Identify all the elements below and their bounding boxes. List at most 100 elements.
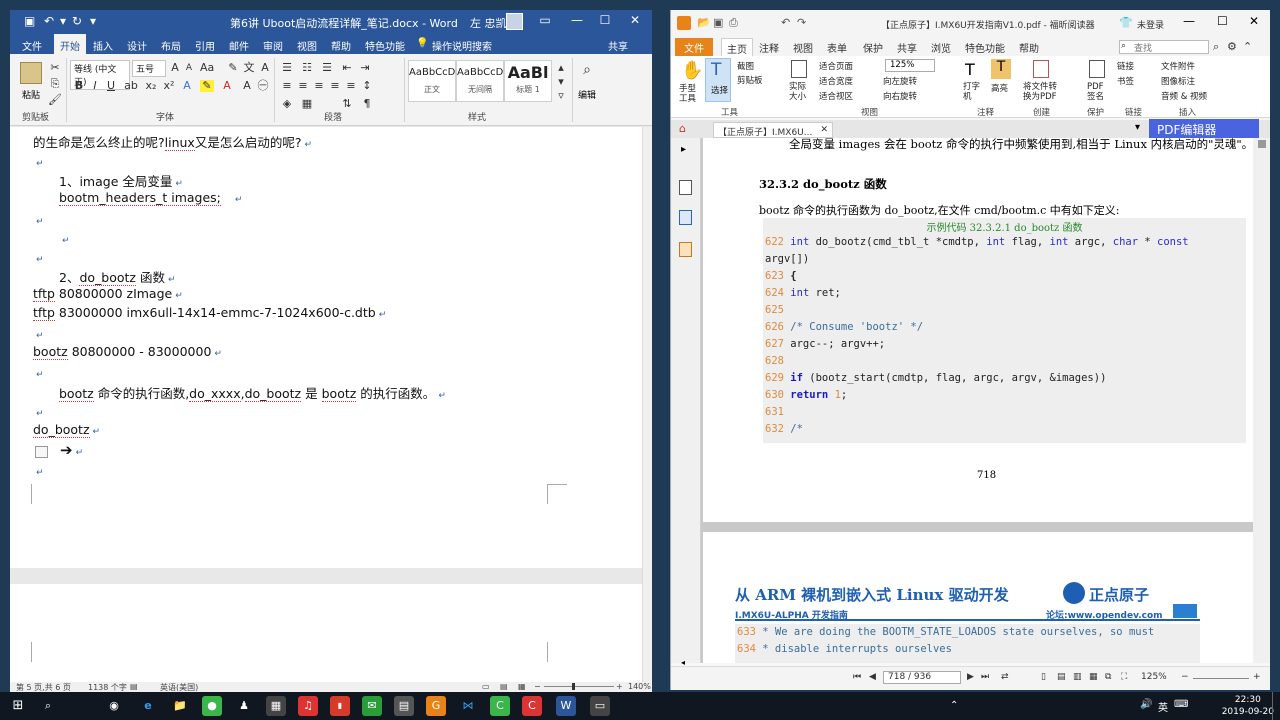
zoom-slider-thumb[interactable] xyxy=(572,683,575,690)
embedded-image-icon[interactable] xyxy=(35,445,48,458)
web-layout-icon[interactable]: ▦ xyxy=(518,682,526,691)
tab-references[interactable]: 引用 xyxy=(195,38,215,53)
tab-view[interactable]: 视图 xyxy=(297,38,317,53)
qat-save-icon[interactable]: ▣ xyxy=(713,16,723,29)
maximize-icon[interactable]: ☐ xyxy=(594,13,616,27)
app-c-red-icon[interactable]: C xyxy=(522,696,542,716)
fit-view-button[interactable]: 适合视区 xyxy=(819,90,853,102)
first-page-icon[interactable]: ⏮ xyxy=(853,672,861,682)
close-icon[interactable]: ✕ xyxy=(1249,14,1259,28)
justify-icon[interactable]: ≡ xyxy=(328,80,342,92)
language[interactable]: 英语(美国) xyxy=(160,682,198,692)
clipboard-button[interactable]: 剪贴板 xyxy=(737,74,763,86)
typewriter-button[interactable]: 打字机 xyxy=(963,82,983,102)
decrease-indent-icon[interactable]: ⇤ xyxy=(340,62,354,74)
tab-help[interactable]: 帮助 xyxy=(1019,40,1039,55)
align-left-icon[interactable]: ≡ xyxy=(280,80,294,92)
foxit-taskbar-icon[interactable]: G xyxy=(426,696,446,716)
align-center-icon[interactable]: ≡ xyxy=(296,80,310,92)
pdf-viewer[interactable]: 全局变量 images 会在 bootz 命令的执行中频繁使用到,相当于 Lin… xyxy=(701,138,1253,663)
reflow-icon[interactable]: ⧉ xyxy=(1105,672,1111,682)
page-count[interactable]: 第 5 页,共 6 页 xyxy=(16,682,71,692)
login-status[interactable]: 未登录 xyxy=(1137,18,1164,31)
search-input[interactable]: 查找 xyxy=(1119,40,1209,54)
tab-comment[interactable]: 注释 xyxy=(759,40,779,55)
facing-icon[interactable]: ▥ xyxy=(1073,672,1082,682)
copy-icon[interactable]: ⎘ xyxy=(48,78,62,90)
fit-page-button[interactable]: 适合页面 xyxy=(819,60,853,72)
rotate-right-button[interactable]: 向右旋转 xyxy=(883,90,917,102)
show-marks-icon[interactable]: ¶ xyxy=(360,98,374,110)
styles-down-icon[interactable]: ▾ xyxy=(554,76,568,88)
read-mode-icon[interactable]: ▭ xyxy=(482,682,490,691)
paste-button[interactable]: 粘贴 xyxy=(22,88,40,101)
tab-home[interactable]: 主页 xyxy=(721,38,753,56)
pinyin-icon[interactable]: 文 xyxy=(242,62,256,74)
tab-review[interactable]: 审阅 xyxy=(263,38,283,53)
to-pdf-icon[interactable] xyxy=(1033,60,1049,78)
find-icon[interactable]: ⌕ xyxy=(580,63,594,77)
zoom-slider[interactable] xyxy=(544,686,614,687)
qat-print-icon[interactable]: ⎙ xyxy=(729,16,738,30)
font-size-select[interactable]: 五号 xyxy=(132,60,166,77)
screenshot-button[interactable]: 截图 xyxy=(737,60,754,72)
single-page-icon[interactable]: ▯ xyxy=(1041,672,1046,682)
last-page-icon[interactable]: ⏭ xyxy=(981,672,989,682)
tab-share[interactable]: 共享 xyxy=(897,40,917,55)
text-effect-icon[interactable]: A xyxy=(180,80,194,92)
vertical-scrollbar[interactable] xyxy=(642,127,652,682)
skin-icon[interactable]: 👕 xyxy=(1119,16,1133,29)
qat-undo-icon[interactable]: ↶ xyxy=(781,16,790,29)
minimize-icon[interactable]: — xyxy=(1183,14,1195,28)
qat-open-icon[interactable]: 📂 xyxy=(697,16,711,29)
next-page-icon[interactable]: ▶ xyxy=(967,672,974,682)
qat-redo-icon[interactable]: ↷ xyxy=(797,16,806,29)
font-color-icon[interactable]: A xyxy=(220,80,234,92)
netease-music-icon[interactable]: ♫ xyxy=(298,696,318,716)
tab-layout[interactable]: 布局 xyxy=(161,38,181,53)
zoom-in-icon[interactable]: + xyxy=(616,682,623,691)
paste-icon[interactable] xyxy=(20,62,42,84)
audio-video-button[interactable]: 音频 & 视频 xyxy=(1161,90,1207,102)
word-count[interactable]: 1138 个字 xyxy=(88,682,127,692)
layers-icon[interactable] xyxy=(679,210,692,225)
volume-icon[interactable]: 🔊 xyxy=(1140,699,1152,710)
camera-app-icon[interactable]: ◉ xyxy=(104,696,124,716)
page-field[interactable]: 718 / 936 xyxy=(883,671,961,684)
cut-icon[interactable]: ✂ xyxy=(48,62,62,74)
foxit-zoom-level[interactable]: 125% xyxy=(1141,672,1167,682)
tell-me-search[interactable]: 操作说明搜索 xyxy=(432,38,492,53)
zoom-select[interactable]: 125% xyxy=(885,59,935,72)
avatar[interactable] xyxy=(506,13,523,30)
redo-icon[interactable]: ↻ xyxy=(72,14,82,28)
zoom-in-icon[interactable]: + xyxy=(1253,672,1261,682)
document-tab[interactable]: 【正点原子】I.MX6U... ✕ xyxy=(713,122,833,138)
ribbon-display-icon[interactable]: ▭ xyxy=(534,13,556,27)
hand-tool-button[interactable]: 手型工具 xyxy=(679,84,703,104)
tab-form[interactable]: 表单 xyxy=(827,40,847,55)
page-navigation-icon[interactable]: ⇄ xyxy=(1001,672,1009,682)
vscode-icon[interactable]: ⋈ xyxy=(458,696,478,716)
change-case-icon[interactable]: Aa xyxy=(200,62,214,74)
align-right-icon[interactable]: ≡ xyxy=(312,80,326,92)
collapse-ribbon-icon[interactable]: ⌃ xyxy=(1243,40,1252,53)
subscript-icon[interactable]: x₂ xyxy=(144,80,158,92)
select-tool-button[interactable]: 选择 xyxy=(711,84,728,96)
convert-to-pdf-button[interactable]: 将文件转换为PDF xyxy=(1023,82,1059,102)
actual-size-button[interactable]: 实际大小 xyxy=(789,82,811,102)
enclose-char-icon[interactable]: ㊀ xyxy=(256,80,270,92)
tab-protect[interactable]: 保护 xyxy=(863,40,883,55)
hand-tool-icon[interactable]: ✋ xyxy=(681,60,703,81)
borders-icon[interactable]: ▦ xyxy=(300,98,314,110)
tab-list-icon[interactable]: ▾ xyxy=(1135,122,1140,133)
tab-features[interactable]: 特色功能 xyxy=(365,38,405,53)
highlight-icon[interactable]: T xyxy=(991,59,1011,79)
continuous-icon[interactable]: ▤ xyxy=(1057,672,1066,682)
undo-icon[interactable]: ↶ xyxy=(44,14,54,28)
qat-customize-icon[interactable]: ▾ xyxy=(90,14,96,28)
tab-file[interactable]: 文件 xyxy=(675,38,713,56)
app-gray-icon[interactable]: ▤ xyxy=(394,696,414,716)
zoom-out-icon[interactable]: − xyxy=(1181,672,1189,682)
styles-more-icon[interactable]: ▿ xyxy=(554,90,568,102)
keyboard-icon[interactable]: ⌨ xyxy=(1174,699,1188,710)
